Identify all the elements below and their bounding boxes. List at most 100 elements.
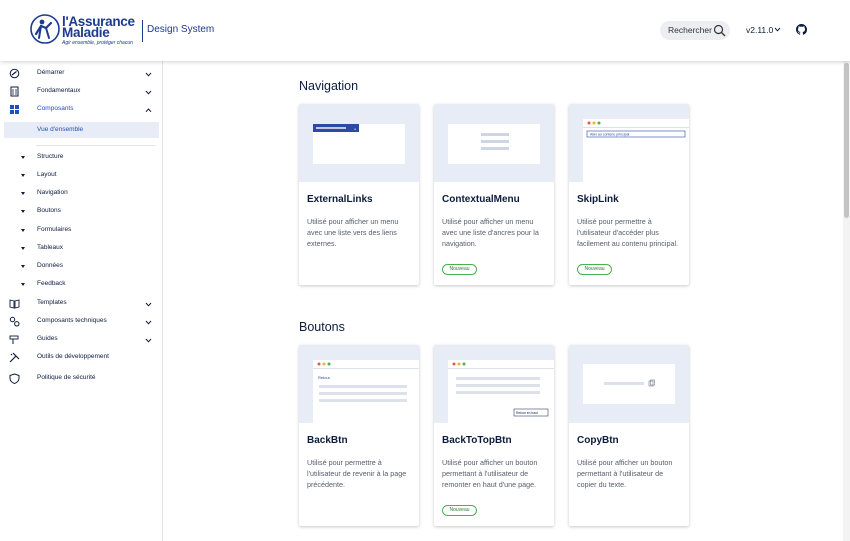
card-backbtn[interactable]: Retour BackBtn Utilisé pour permettre à … [299, 345, 419, 526]
card-preview: Retour en haut [434, 345, 554, 423]
chevron-down-icon[interactable] [145, 319, 152, 326]
page-scrollbar[interactable] [843, 61, 850, 541]
site-title[interactable]: Design System [147, 24, 214, 35]
chevron-up-icon[interactable] [145, 107, 152, 114]
caret-down-icon[interactable] [21, 283, 25, 286]
card-description: Utilisé pour afficher un bouton permetta… [442, 458, 538, 489]
search-button[interactable]: Rechercher [660, 21, 730, 40]
sidebar-item-label: Fondamentaux [37, 87, 81, 94]
card-contextualmenu[interactable]: ContextualMenu Utilisé pour afficher un … [434, 104, 554, 285]
card-description: Utilisé pour permettre à l'utilisateur d… [577, 217, 679, 248]
section-title-boutons: Boutons [299, 320, 345, 334]
version-selector[interactable]: v2.11.0 [746, 25, 773, 35]
sidebar-item-label: Layout [37, 171, 57, 178]
card-skiplink[interactable]: Aller au contenu principal SkipLink Util… [569, 104, 689, 285]
caret-down-icon[interactable] [21, 210, 25, 213]
sidebar-item-composants[interactable]: Composants [0, 101, 162, 119]
chevron-down-icon[interactable] [145, 301, 152, 308]
search-icon [713, 24, 726, 37]
backtotopbtn-preview-image: Retour en haut [448, 360, 554, 423]
sidebar-item-demarrer[interactable]: Démarrer [0, 65, 162, 83]
sidebar-item-label: Données [37, 262, 64, 269]
chevron-down-icon[interactable] [145, 89, 152, 96]
rocket-icon [9, 68, 20, 79]
chevron-down-icon[interactable] [145, 71, 152, 78]
sidebar-item-feedback[interactable]: Feedback [0, 276, 162, 294]
backbtn-preview-image: Retour [313, 360, 419, 423]
contextualmenu-preview-image [448, 124, 540, 164]
card-preview: Aller au contenu principal [569, 104, 689, 182]
card-copybtn[interactable]: CopyBtn Utilisé pour afficher un bouton … [569, 345, 689, 526]
logo-figure-icon [30, 14, 60, 44]
copybtn-preview-image [583, 364, 675, 404]
building-icon [10, 86, 19, 97]
caret-down-icon[interactable] [21, 247, 25, 250]
card-preview: × [299, 104, 419, 182]
assurance-maladie-logo[interactable]: l'Assurance Maladie Agir ensemble, proté… [30, 14, 140, 48]
logo-tagline: Agir ensemble, protéger chacun [62, 40, 133, 46]
sidebar-item-label: Navigation [37, 189, 68, 196]
logo-separator [142, 20, 143, 42]
sidebar-item-donnees[interactable]: Données [0, 258, 162, 276]
status-badge: Nouveau [442, 505, 477, 516]
card-backtotopbtn[interactable]: Retour en haut BackToTopBtn Utilisé pour… [434, 345, 554, 526]
tools-icon [9, 352, 20, 363]
card-title: SkipLink [577, 194, 619, 205]
sidebar-divider [36, 145, 155, 146]
status-badge: Nouveau [442, 264, 477, 275]
top-header: l'Assurance Maladie Agir ensemble, proté… [0, 0, 850, 61]
sidebar-item-templates[interactable]: Templates [0, 295, 162, 313]
sidebar-item-label: Guides [37, 335, 58, 342]
backbtn-preview-text: Retour [318, 375, 331, 380]
logo-line-2: Maladie [62, 25, 110, 40]
sidebar-item-label: Boutons [37, 207, 61, 214]
sidebar-item-formulaires[interactable]: Formulaires [0, 222, 162, 240]
sidebar-item-label: Tableaux [37, 244, 64, 251]
caret-down-icon[interactable] [21, 192, 25, 195]
card-preview: Retour [299, 345, 419, 423]
status-badge: Nouveau [577, 264, 612, 275]
sidebar-item-politique-securite[interactable]: Politique de sécurité [0, 370, 162, 388]
grid-icon [10, 105, 19, 114]
chevron-down-icon[interactable] [774, 26, 781, 33]
card-title: ExternalLinks [307, 194, 373, 205]
caret-down-icon[interactable] [21, 265, 25, 268]
sidebar-item-boutons[interactable]: Boutons [0, 203, 162, 221]
sidebar-item-label: Formulaires [37, 226, 72, 233]
card-externallinks[interactable]: × ExternalLinks Utilisé pour afficher un… [299, 104, 419, 285]
sidebar-item-outils[interactable]: Outils de développement [0, 349, 162, 367]
card-title: BackBtn [307, 435, 348, 446]
sidebar-item-label: Composants techniques [37, 317, 107, 324]
chevron-down-icon[interactable] [145, 337, 152, 344]
caret-down-icon[interactable] [21, 156, 25, 159]
github-icon[interactable] [796, 24, 807, 35]
gears-icon [9, 316, 20, 327]
book-icon [9, 299, 20, 309]
backtotopbtn-preview-text: Retour en haut [516, 411, 538, 415]
card-preview [434, 104, 554, 182]
sidebar-item-fondamentaux[interactable]: Fondamentaux [0, 83, 162, 101]
sidebar-item-label: Démarrer [37, 69, 65, 76]
card-title: ContextualMenu [442, 194, 520, 205]
sidebar-item-label: Structure [37, 153, 64, 160]
sidebar-item-label: Composants [37, 105, 74, 112]
card-title: CopyBtn [577, 435, 619, 446]
sidebar-item-vue-ensemble[interactable]: Vue d'ensemble [4, 122, 159, 138]
sidebar-item-composants-techniques[interactable]: Composants techniques [0, 313, 162, 331]
scrollbar-thumb[interactable] [844, 63, 849, 218]
skiplink-preview-text: Aller au contenu principal [590, 133, 630, 137]
card-description: Utilisé pour afficher un menu avec une l… [442, 217, 539, 248]
sidebar-item-label: Feedback [37, 280, 66, 287]
sidebar-item-tableaux[interactable]: Tableaux [0, 240, 162, 258]
sidebar-item-structure[interactable]: Structure [0, 149, 162, 167]
sidebar-item-label: Politique de sécurité [37, 374, 96, 381]
sidebar-nav: Démarrer Fondamentaux Composants Vue d'e… [0, 61, 163, 541]
caret-down-icon[interactable] [21, 229, 25, 232]
sidebar-item-layout[interactable]: Layout [0, 167, 162, 185]
card-description: Utilisé pour permettre à l'utilisateur d… [307, 458, 407, 489]
caret-down-icon[interactable] [21, 174, 25, 177]
section-title-navigation: Navigation [299, 79, 359, 93]
sidebar-item-navigation[interactable]: Navigation [0, 185, 162, 203]
sidebar-item-guides[interactable]: Guides [0, 331, 162, 349]
card-description: Utilisé pour afficher un bouton permetta… [577, 458, 673, 489]
